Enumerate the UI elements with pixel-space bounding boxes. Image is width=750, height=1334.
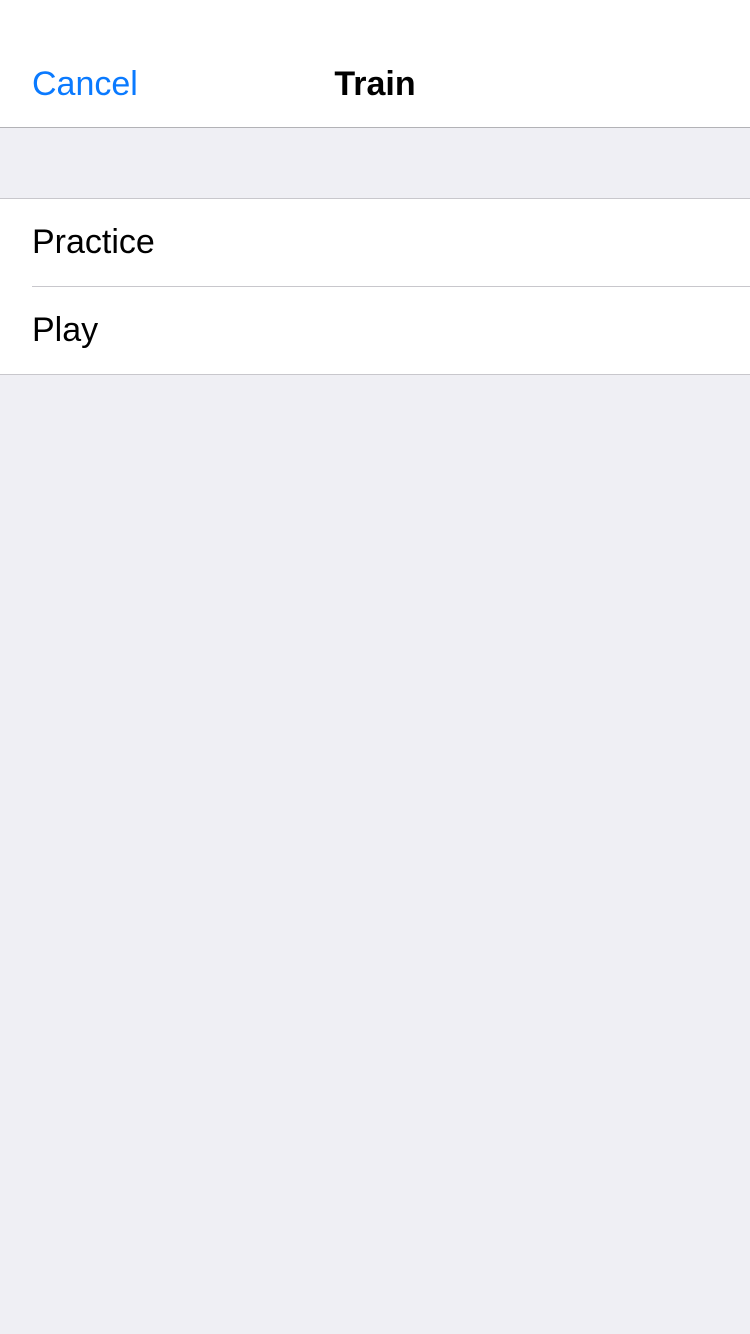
list-item-label: Practice	[32, 223, 155, 261]
options-list: Practice Play	[0, 198, 750, 375]
list-item-label: Play	[32, 311, 99, 349]
navigation-bar: Cancel Train	[0, 0, 750, 128]
screen: Cancel Train Practice Play	[0, 0, 750, 1334]
page-title: Train	[334, 65, 416, 103]
list-item-play[interactable]: Play	[0, 286, 750, 374]
list-item-practice[interactable]: Practice	[0, 199, 750, 286]
